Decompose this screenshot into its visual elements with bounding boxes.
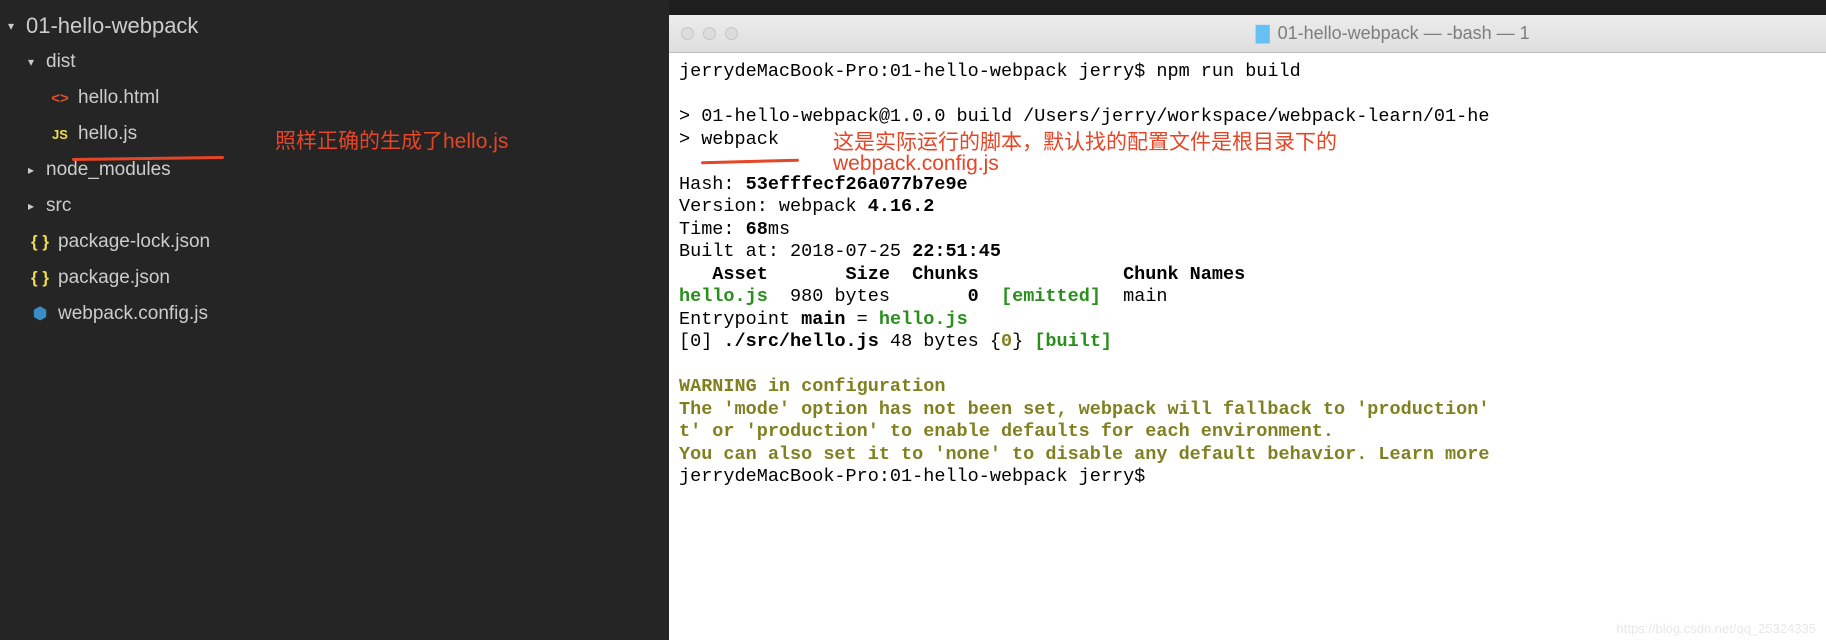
file-label: webpack.config.js bbox=[58, 303, 208, 325]
term-built: 22:51:45 bbox=[912, 241, 1001, 262]
chevron-right-icon: ▸ bbox=[28, 199, 42, 213]
tree-folder-dist[interactable]: ▾ dist bbox=[0, 44, 669, 80]
term-ver-label: Version: webpack bbox=[679, 196, 868, 217]
term-entry-m: main bbox=[801, 309, 845, 330]
terminal-titlebar[interactable]: ▇ 01-hello-webpack — -bash — 1 bbox=[669, 15, 1826, 53]
term-built-label: Built at: 2018-07-25 bbox=[679, 241, 912, 262]
term-entry-l: Entrypoint bbox=[679, 309, 801, 330]
folder-icon: ▇ bbox=[1256, 23, 1270, 44]
term-line: > 01-hello-webpack@1.0.0 build /Users/je… bbox=[679, 106, 1489, 127]
term-line: jerrydeMacBook-Pro:01-hello-webpack jerr… bbox=[679, 466, 1156, 487]
term-warn: The 'mode' option has not been set, webp… bbox=[679, 399, 1501, 420]
tree-folder-src[interactable]: ▸ src bbox=[0, 188, 669, 224]
file-label: package.json bbox=[58, 267, 170, 289]
title-folder: 01-hello-webpack bbox=[1278, 23, 1419, 43]
term-asset: hello.js bbox=[679, 286, 768, 307]
term-line: jerrydeMacBook-Pro:01-hello-webpack jerr… bbox=[679, 61, 1301, 82]
term-ver: 4.16.2 bbox=[868, 196, 935, 217]
term-warn: You can also set it to 'none' to disable… bbox=[679, 444, 1489, 465]
tree-root[interactable]: ▾ 01-hello-webpack bbox=[0, 8, 669, 44]
traffic-lights bbox=[681, 27, 738, 40]
term-time-label: Time: bbox=[679, 219, 746, 240]
folder-label: node_modules bbox=[46, 159, 171, 181]
chevron-down-icon: ▾ bbox=[8, 19, 22, 33]
file-label: hello.js bbox=[78, 123, 137, 145]
term-chunk: 0 bbox=[968, 286, 979, 307]
term-sp bbox=[979, 286, 1001, 307]
term-warn: WARNING in configuration bbox=[679, 376, 945, 397]
term-line: > webpack bbox=[679, 129, 779, 150]
term-chunkname: main bbox=[1101, 286, 1168, 307]
js-icon: JS bbox=[48, 127, 72, 142]
term-time-unit: ms bbox=[768, 219, 790, 240]
json-icon: { } bbox=[28, 232, 52, 252]
term-time: 68 bbox=[746, 219, 768, 240]
file-label: hello.html bbox=[78, 87, 159, 109]
term-mod-a: [0] bbox=[679, 331, 723, 352]
titlebar-title: ▇ 01-hello-webpack — -bash — 1 bbox=[1256, 23, 1530, 44]
chevron-down-icon: ▾ bbox=[28, 55, 42, 69]
title-suffix: — -bash — 1 bbox=[1419, 23, 1530, 43]
root-folder-name: 01-hello-webpack bbox=[26, 13, 198, 39]
webpack-icon: ⬢ bbox=[28, 304, 52, 324]
html-icon: <> bbox=[48, 90, 72, 107]
tree-file-package-lock-json[interactable]: { } package-lock.json bbox=[0, 224, 669, 260]
term-mod-c: 48 bytes { bbox=[879, 331, 1001, 352]
terminal-output[interactable]: jerrydeMacBook-Pro:01-hello-webpack jerr… bbox=[669, 53, 1826, 497]
file-label: package-lock.json bbox=[58, 231, 210, 253]
annotation-text-2b: webpack.config.js bbox=[833, 152, 999, 176]
file-explorer: ▾ 01-hello-webpack ▾ dist <> hello.html … bbox=[0, 0, 669, 640]
folder-label: dist bbox=[46, 51, 76, 73]
term-header: Asset Size Chunks Chunk Names bbox=[679, 264, 1245, 285]
term-emitted: [emitted] bbox=[1001, 286, 1101, 307]
terminal-window: ▇ 01-hello-webpack — -bash — 1 jerrydeMa… bbox=[669, 15, 1826, 640]
chevron-right-icon: ▸ bbox=[28, 163, 42, 177]
term-hash: 53efffecf26a077b7e9e bbox=[746, 174, 968, 195]
json-icon: { } bbox=[28, 268, 52, 288]
tree-file-package-json[interactable]: { } package.json bbox=[0, 260, 669, 296]
term-hash-label: Hash: bbox=[679, 174, 746, 195]
minimize-icon[interactable] bbox=[703, 27, 716, 40]
tree-file-webpack-config[interactable]: ⬢ webpack.config.js bbox=[0, 296, 669, 332]
folder-label: src bbox=[46, 195, 71, 217]
term-entry-f: hello.js bbox=[879, 309, 968, 330]
term-warn: t' or 'production' to enable defaults fo… bbox=[679, 421, 1334, 442]
term-mod-b: ./src/hello.js bbox=[723, 331, 878, 352]
term-entry-eq: = bbox=[846, 309, 879, 330]
watermark: https://blog.csdn.net/qq_25324335 bbox=[1617, 621, 1817, 636]
maximize-icon[interactable] bbox=[725, 27, 738, 40]
term-row-mid: 980 bytes bbox=[768, 286, 968, 307]
term-mod-d: 0 bbox=[1001, 331, 1012, 352]
term-mod-e: } bbox=[1012, 331, 1034, 352]
annotation-text-1: 照样正确的生成了hello.js bbox=[275, 125, 508, 155]
close-icon[interactable] bbox=[681, 27, 694, 40]
term-mod-f: [built] bbox=[1034, 331, 1112, 352]
tree-file-hello-html[interactable]: <> hello.html bbox=[0, 80, 669, 116]
